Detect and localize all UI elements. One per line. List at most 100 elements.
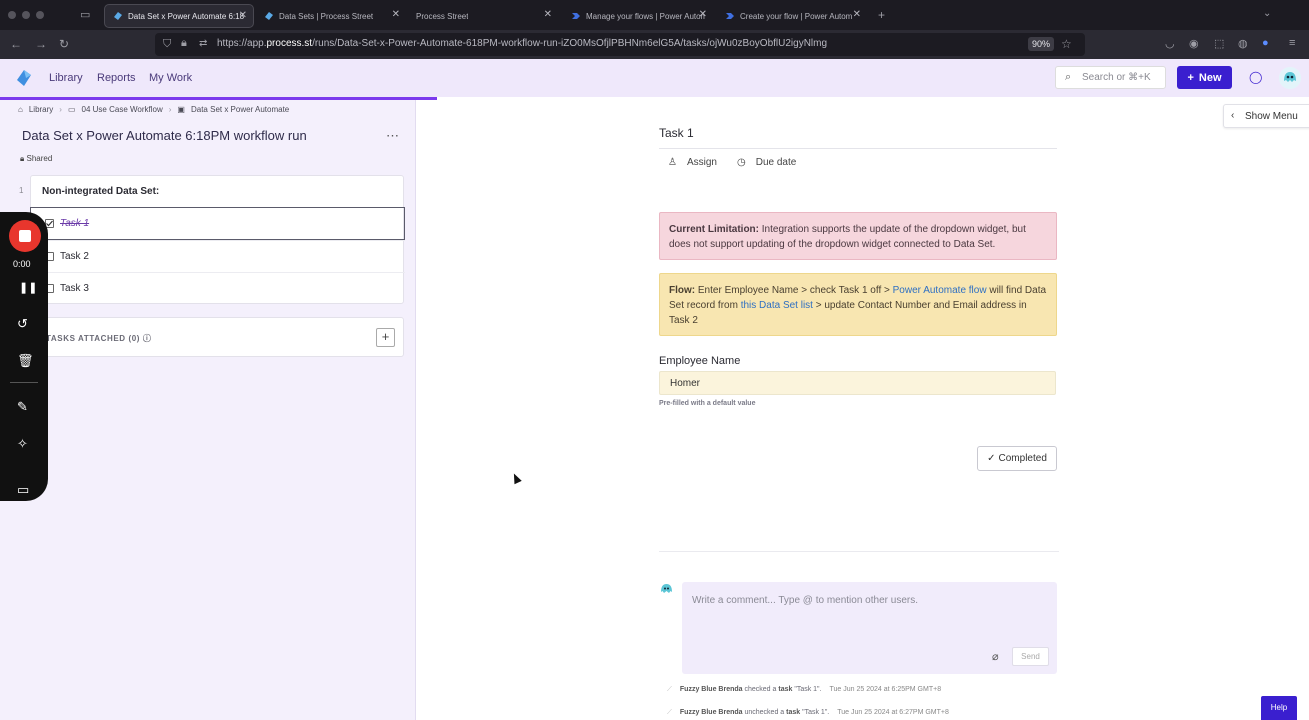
- commenter-avatar: [661, 584, 672, 593]
- camera-icon[interactable]: ▭: [17, 483, 29, 497]
- completed-button[interactable]: ✓ Completed: [977, 446, 1057, 471]
- data-set-list-link[interactable]: this Data Set list: [741, 300, 813, 311]
- comment-input[interactable]: Write a comment... Type @ to mention oth…: [682, 582, 1057, 674]
- nav-reports[interactable]: Reports: [97, 72, 136, 84]
- section-number: 1: [19, 186, 24, 195]
- breadcrumb-workflow[interactable]: Data Set x Power Automate: [191, 105, 289, 114]
- task-row-task-3[interactable]: Task 3: [31, 272, 405, 305]
- activity-target: "Task 1".: [802, 709, 830, 716]
- sidebar-toggle-icon[interactable]: ▭: [80, 8, 90, 21]
- permissions-icon[interactable]: ⇄: [199, 38, 207, 49]
- recording-timer: 0:00: [13, 259, 31, 269]
- browser-toolbar: ← → ↻ ⛉ 🔒︎ ⇄ https://app.process.st/runs…: [0, 30, 1309, 59]
- flow-callout: Flow: Enter Employee Name > check Task 1…: [659, 273, 1057, 336]
- info-icon[interactable]: ⓘ: [143, 334, 152, 343]
- activity-object: task: [786, 709, 801, 716]
- workflow-run-title[interactable]: Data Set x Power Automate 6:18PM workflo…: [22, 128, 307, 143]
- window-close-dot[interactable]: [8, 11, 16, 19]
- process-street-logo[interactable]: [14, 68, 34, 88]
- lock-icon[interactable]: 🔒︎: [181, 37, 187, 50]
- bookmark-star-icon[interactable]: ☆: [1061, 37, 1072, 51]
- browser-tab[interactable]: Manage your flows | Power Autom ✕: [563, 4, 713, 28]
- activity-target: "Task 1".: [794, 686, 822, 693]
- task-label: Task 2: [60, 251, 89, 262]
- task-label: Task 3: [60, 283, 89, 294]
- reload-icon[interactable]: ↻: [59, 37, 69, 51]
- extensions-icon[interactable]: ⬚: [1214, 37, 1224, 50]
- window-minimize-dot[interactable]: [22, 11, 30, 19]
- nav-library[interactable]: Library: [49, 72, 83, 84]
- task-row-task-1[interactable]: Task 1: [30, 207, 405, 240]
- account-icon[interactable]: ◉: [1189, 37, 1199, 50]
- trash-icon[interactable]: 🗑︎: [17, 354, 34, 368]
- close-tab-icon[interactable]: ✕: [239, 10, 247, 21]
- flow-text: Enter Employee Name > check Task 1 off >: [695, 285, 893, 296]
- task-title[interactable]: Task 1: [659, 126, 694, 140]
- show-menu-button[interactable]: ‹ Show Menu: [1223, 104, 1309, 128]
- tasks-attached-panel: TASKS ATTACHED (0) ⓘ +: [30, 317, 404, 357]
- divider: [659, 148, 1057, 149]
- paperclip-icon[interactable]: ⌀: [992, 650, 999, 663]
- task-row-task-2[interactable]: Task 2: [31, 240, 405, 273]
- activity-icon: ⟋: [667, 686, 672, 693]
- browser-tab[interactable]: Process Street ✕: [408, 4, 558, 28]
- back-arrow-icon[interactable]: ←: [10, 37, 22, 51]
- tab-list-chevron-icon[interactable]: ⌄: [1263, 8, 1271, 19]
- screen-recorder-toolbar: 0:00 ❚❚ ↺ 🗑︎ ✎ ✧ ▭: [0, 212, 48, 501]
- search-input[interactable]: ⌕ Search or ⌘+K: [1055, 66, 1166, 89]
- extension-icon[interactable]: ◍: [1238, 37, 1248, 50]
- chevron-right-icon: ›: [59, 105, 62, 114]
- shared-badge[interactable]: 🔒︎ Shared: [20, 154, 52, 164]
- activity-user: Fuzzy Blue Brenda: [679, 686, 743, 693]
- shield-icon[interactable]: ⛉: [163, 38, 171, 51]
- tab-title: Create your flow | Power Autom: [740, 11, 853, 21]
- power-automate-flow-link[interactable]: Power Automate flow: [893, 285, 987, 296]
- url-bar[interactable]: ⛉ 🔒︎ ⇄ https://app.process.st/runs/Data-…: [155, 33, 1085, 56]
- nav-my-work[interactable]: My Work: [149, 72, 192, 84]
- close-tab-icon[interactable]: ✕: [392, 9, 400, 20]
- browser-tab[interactable]: Create your flow | Power Autom ✕: [717, 4, 867, 28]
- close-tab-icon[interactable]: ✕: [853, 9, 861, 20]
- chevron-right-icon: ›: [168, 105, 172, 114]
- close-tab-icon[interactable]: ✕: [699, 9, 707, 20]
- zoom-level[interactable]: 90%: [1028, 37, 1055, 51]
- send-button[interactable]: Send: [1012, 647, 1049, 666]
- browser-tab[interactable]: Data Sets | Process Street ✕: [256, 4, 406, 28]
- pause-icon[interactable]: ❚❚: [19, 281, 37, 295]
- tab-title: Data Sets | Process Street: [279, 11, 374, 21]
- activity-action: unchecked a: [744, 709, 785, 716]
- assign-button[interactable]: ♙ Assign: [668, 157, 717, 168]
- shared-label: Shared: [26, 154, 53, 163]
- extension-blue-icon[interactable]: ●: [1262, 37, 1269, 49]
- chat-bubble-icon[interactable]: ◯: [1249, 70, 1262, 84]
- user-avatar[interactable]: [1279, 67, 1301, 89]
- close-tab-icon[interactable]: ✕: [544, 9, 552, 20]
- url-text[interactable]: https://app.process.st/runs/Data-Set-x-P…: [217, 38, 827, 49]
- stop-recording-button[interactable]: [9, 220, 41, 252]
- flow-heading: Flow:: [669, 285, 696, 296]
- add-attached-task-button[interactable]: +: [376, 328, 395, 347]
- due-date-label: Due date: [755, 157, 797, 168]
- tab-title: Data Set x Power Automate 6:18: [128, 11, 245, 21]
- new-button[interactable]: + New: [1177, 66, 1232, 89]
- new-tab-icon[interactable]: +: [878, 8, 885, 22]
- check-icon: ✓: [987, 453, 996, 464]
- browser-tab-active[interactable]: Data Set x Power Automate 6:18 ✕: [104, 4, 254, 28]
- help-button[interactable]: Help: [1261, 696, 1297, 720]
- employee-name-field[interactable]: Homer: [659, 371, 1056, 395]
- task-detail: ‹ Show Menu Task 1 ♙ Assign ◷ Due date C…: [417, 100, 1309, 720]
- breadcrumb-folder[interactable]: 04 Use Case Workflow: [82, 105, 163, 114]
- restart-icon[interactable]: ↺: [17, 317, 28, 331]
- power-automate-favicon: [726, 13, 734, 19]
- pocket-icon[interactable]: ◡: [1165, 37, 1175, 50]
- more-options-icon[interactable]: ⋯: [386, 128, 399, 144]
- breadcrumb-library[interactable]: Library: [29, 105, 53, 114]
- effects-icon[interactable]: ✧: [17, 437, 28, 451]
- window-zoom-dot[interactable]: [36, 11, 44, 19]
- pen-icon[interactable]: ✎: [17, 400, 28, 414]
- comment-placeholder: Write a comment... Type @ to mention oth…: [692, 595, 918, 606]
- due-date-button[interactable]: ◷ Due date: [737, 157, 796, 168]
- browser-tab-bar: ▭ Data Set x Power Automate 6:18 ✕ Data …: [0, 0, 1309, 30]
- forward-arrow-icon[interactable]: →: [35, 37, 47, 51]
- menu-hamburger-icon[interactable]: ≡: [1289, 37, 1295, 49]
